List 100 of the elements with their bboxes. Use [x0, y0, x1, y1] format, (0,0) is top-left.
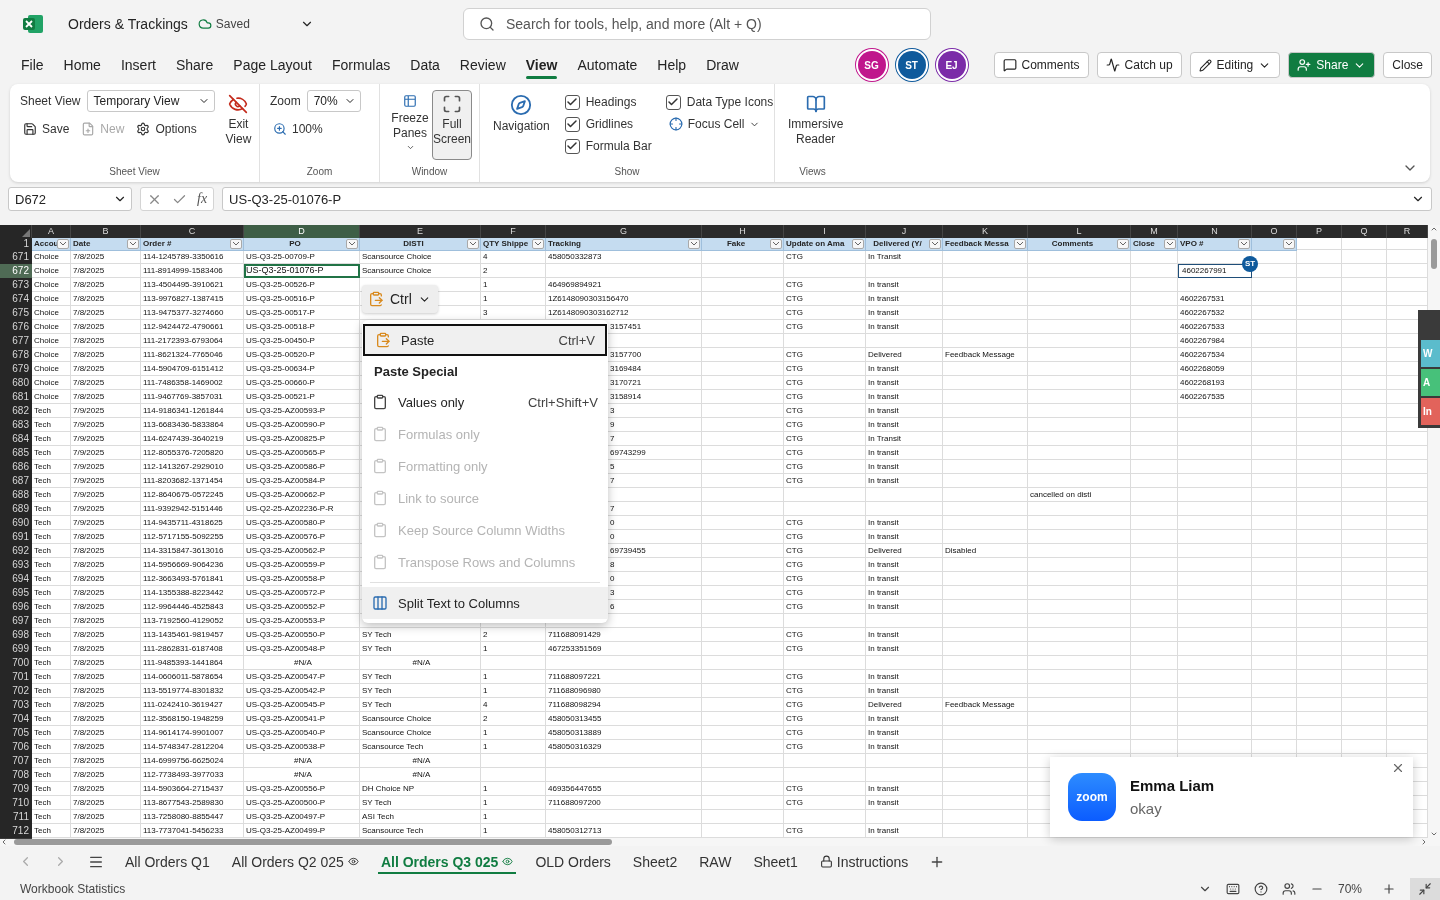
- menu-item[interactable]: Values only Ctrl+Shift+V: [362, 386, 608, 418]
- filter-button[interactable]: [1117, 239, 1129, 249]
- sheet-tab[interactable]: Sheet2: [623, 846, 687, 877]
- column-letter[interactable]: B: [71, 225, 141, 238]
- column-letter[interactable]: D: [244, 225, 360, 238]
- filter-button[interactable]: [770, 239, 782, 249]
- horizontal-scrollbar[interactable]: [0, 838, 1440, 846]
- action-button[interactable]: Comments: [993, 52, 1089, 78]
- menu-tab[interactable]: Review: [449, 51, 516, 79]
- name-box[interactable]: D672: [8, 187, 132, 211]
- column-letter[interactable]: E: [360, 225, 481, 238]
- menu-item[interactable]: Split Text to Columns: [362, 587, 608, 619]
- menu-tab[interactable]: Formulas: [321, 51, 401, 79]
- zoom-in-icon[interactable]: [1382, 881, 1396, 896]
- filter-button[interactable]: [1164, 239, 1176, 249]
- sheet-tab[interactable]: All Orders Q1: [116, 846, 219, 877]
- close-icon[interactable]: [1391, 761, 1405, 775]
- focus-cell-button[interactable]: Focus Cell: [665, 115, 774, 133]
- sheet-tab[interactable]: All Orders Q3 025: [371, 846, 523, 877]
- menu-tab[interactable]: Draw: [696, 51, 749, 79]
- filter-button[interactable]: [688, 239, 700, 249]
- formula-field[interactable]: US-Q3-25-01076-P: [222, 187, 1432, 211]
- menu-tab[interactable]: Help: [647, 51, 697, 79]
- column-letter[interactable]: R: [1387, 225, 1428, 238]
- search-field[interactable]: Search for tools, help, and more (Alt + Q): [463, 8, 931, 40]
- chevron-right-icon[interactable]: [1420, 838, 1428, 846]
- filter-button[interactable]: [467, 239, 479, 249]
- menu-tab[interactable]: Data: [400, 51, 450, 79]
- filter-button[interactable]: [929, 239, 941, 249]
- chevron-left-icon[interactable]: [0, 838, 8, 846]
- filter-button[interactable]: [346, 239, 358, 249]
- menu-tab[interactable]: Share: [165, 51, 224, 79]
- save-button[interactable]: Save: [20, 120, 73, 138]
- checkbox-box[interactable]: [564, 94, 580, 110]
- sheet-tab[interactable]: RAW: [690, 846, 741, 877]
- row-header[interactable]: 712: [0, 824, 32, 839]
- column-letter[interactable]: L: [1028, 225, 1131, 238]
- column-letter[interactable]: P: [1297, 225, 1342, 238]
- filter-button[interactable]: [1238, 239, 1250, 249]
- menu-tab[interactable]: File: [11, 51, 54, 79]
- select-all-button[interactable]: [0, 225, 32, 238]
- filter-button[interactable]: [532, 239, 544, 249]
- column-letter[interactable]: Q: [1342, 225, 1387, 238]
- menu-tab[interactable]: Home: [53, 51, 111, 79]
- status-text[interactable]: Workbook Statistics: [20, 881, 126, 896]
- column-letter[interactable]: C: [141, 225, 244, 238]
- column-letter[interactable]: J: [866, 225, 943, 238]
- filter-button[interactable]: [57, 239, 69, 249]
- options-button[interactable]: Options: [133, 120, 200, 138]
- scroll-thumb[interactable]: [14, 839, 612, 845]
- action-button[interactable]: Close: [1383, 52, 1432, 78]
- people-icon[interactable]: [1282, 881, 1296, 896]
- menu-item[interactable]: Paste Ctrl+V: [363, 324, 607, 356]
- keyboard-icon[interactable]: [1226, 881, 1240, 896]
- checkbox[interactable]: Data Type Icons: [665, 94, 774, 110]
- immersive-reader-button[interactable]: Immersive Reader: [785, 90, 847, 160]
- checkbox-box[interactable]: [665, 94, 681, 110]
- filter-button[interactable]: [852, 239, 864, 249]
- action-button[interactable]: Editing: [1189, 52, 1281, 78]
- view-select[interactable]: Temporary View: [86, 90, 215, 112]
- zoom-level[interactable]: 70%: [1338, 881, 1368, 896]
- sheet-tab[interactable]: Instructions: [810, 846, 918, 877]
- zoom-reset-button[interactable]: 100%: [270, 120, 361, 138]
- sheet-tab[interactable]: Sheet1: [744, 846, 807, 877]
- menu-tab[interactable]: Automate: [567, 51, 648, 79]
- filter-button[interactable]: [1014, 239, 1026, 249]
- action-button[interactable]: Catch up: [1096, 52, 1182, 78]
- column-letter[interactable]: H: [702, 225, 784, 238]
- sheet-tab[interactable]: All Orders Q2 025: [222, 846, 368, 877]
- checkbox-box[interactable]: [564, 116, 580, 132]
- column-letter[interactable]: K: [943, 225, 1028, 238]
- help-icon[interactable]: [1254, 881, 1268, 896]
- menu-tab[interactable]: Page Layout: [223, 51, 322, 79]
- column-letter[interactable]: O: [1252, 225, 1297, 238]
- full-screen-button[interactable]: Full Screen: [432, 90, 472, 160]
- column-letter[interactable]: I: [784, 225, 866, 238]
- column-letter[interactable]: A: [32, 225, 71, 238]
- checkbox[interactable]: Formula Bar: [564, 138, 652, 154]
- filter-button[interactable]: [230, 239, 242, 249]
- column-letter[interactable]: F: [481, 225, 546, 238]
- checkbox[interactable]: Gridlines: [564, 116, 652, 132]
- function-button[interactable]: fx: [197, 191, 208, 207]
- column-letter[interactable]: N: [1178, 225, 1252, 238]
- scroll-thumb[interactable]: [1431, 239, 1437, 269]
- chevron-up-icon[interactable]: [1430, 225, 1438, 233]
- checkbox[interactable]: Headings: [564, 94, 652, 110]
- menu-tab[interactable]: Insert: [110, 51, 166, 79]
- avatar[interactable]: ST: [897, 51, 926, 79]
- action-button[interactable]: Share: [1288, 52, 1376, 78]
- column-letter[interactable]: G: [546, 225, 702, 238]
- filter-button[interactable]: [127, 239, 139, 249]
- exit-view-button[interactable]: Exit View: [222, 90, 255, 160]
- fit-button[interactable]: [1410, 877, 1440, 900]
- checkbox-box[interactable]: [564, 138, 580, 154]
- freeze-panes-button[interactable]: Freeze Panes: [390, 90, 430, 160]
- avatar[interactable]: EJ: [937, 51, 966, 79]
- avatar[interactable]: SG: [857, 51, 886, 79]
- navigation-button[interactable]: Navigation: [490, 90, 553, 160]
- filter-button[interactable]: [1283, 239, 1295, 249]
- sheet-tab[interactable]: OLD Orders: [526, 846, 620, 877]
